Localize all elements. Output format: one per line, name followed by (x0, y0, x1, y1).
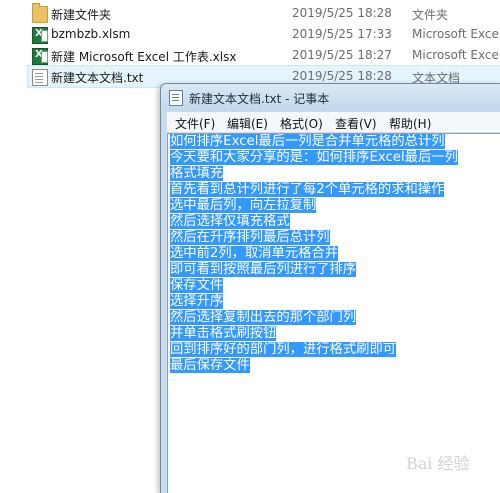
folder-icon (32, 3, 48, 23)
text-line: 首先看到总计列进行了每2个单元格的求和操作 (170, 182, 445, 197)
excel-icon: X (32, 27, 48, 44)
text-line: 保存文件 (170, 278, 224, 293)
text-line: 并单击格式刷按钮 (170, 326, 277, 341)
file-row-xlsx[interactable]: X 新建 Microsoft Excel 工作表.xlsx 2019/5/25 … (28, 45, 500, 66)
file-type: 文件夹 (412, 8, 449, 22)
watermark-text: Bai 经验 (406, 454, 470, 473)
text-line: 然后选择复制出去的那个部门列 (170, 310, 357, 325)
file-date: 2019/5/25 18:28 (292, 6, 392, 20)
file-date: 2019/5/25 18:27 (292, 48, 392, 62)
menu-format[interactable]: 格式(O) (280, 115, 323, 132)
file-type: Microsoft Exce (412, 48, 499, 62)
text-editor[interactable]: 如何排序Excel最后一列是合并单元格的总计列 今天要和大家分享的是：如何排序E… (167, 133, 500, 493)
file-date: 2019/5/25 17:33 (292, 27, 392, 41)
menu-bar: 文件(F) 编辑(E) 格式(O) 查看(V) 帮助(H) (167, 112, 500, 133)
notepad-titlebar[interactable]: 新建文本文档.txt - 记事本 (161, 84, 500, 111)
text-line: 今天要和大家分享的是：如何排序Excel最后一列 (170, 150, 458, 165)
text-line: 选择升序 (170, 294, 224, 309)
menu-edit[interactable]: 编辑(E) (227, 115, 268, 132)
text-file-icon (32, 69, 48, 86)
file-name: 新建 Microsoft Excel 工作表.xlsx (51, 50, 237, 64)
text-line: 选中最后列，向左拉复制 (170, 198, 317, 213)
file-name: 新建文本文档.txt (51, 71, 144, 85)
text-line: 格式填充 (170, 166, 224, 181)
file-name: bzmbzb.xlsm (51, 27, 131, 41)
file-date: 2019/5/25 18:28 (292, 69, 392, 83)
excel-icon: X (32, 48, 48, 65)
file-type: Microsoft Exce (412, 27, 499, 41)
notepad-window[interactable]: 新建文本文档.txt - 记事本 文件(F) 编辑(E) 格式(O) 查看(V)… (160, 83, 500, 493)
text-line: 然后在升序排列最后总计列 (170, 230, 330, 245)
file-row-xlsm[interactable]: X bzmbzb.xlsm 2019/5/25 17:33 Microsoft … (28, 24, 500, 45)
menu-view[interactable]: 查看(V) (335, 115, 377, 132)
text-line: 然后选择仅填充格式 (170, 214, 290, 229)
file-name: 新建文件夹 (51, 8, 112, 22)
window-title: 新建文本文档.txt - 记事本 (189, 92, 330, 106)
menu-help[interactable]: 帮助(H) (389, 115, 431, 132)
text-line: 选中前2列，取消单元格合并 (170, 246, 339, 261)
text-line: 即可看到按照最后列进行了排序 (170, 262, 357, 277)
file-row-folder[interactable]: 新建文件夹 2019/5/25 18:28 文件夹 (28, 3, 500, 24)
notepad-icon (169, 90, 183, 106)
text-line: 如何排序Excel最后一列是合并单元格的总计列 (170, 134, 445, 149)
baidu-watermark: Bai 经验 (406, 450, 500, 486)
text-line: 最后保存文件 (170, 358, 250, 373)
text-line: 回到排序好的部门列，进行格式刷即可 (170, 342, 397, 357)
text-lines: 如何排序Excel最后一列是合并单元格的总计列 今天要和大家分享的是：如何排序E… (170, 134, 458, 374)
menu-file[interactable]: 文件(F) (175, 115, 215, 132)
